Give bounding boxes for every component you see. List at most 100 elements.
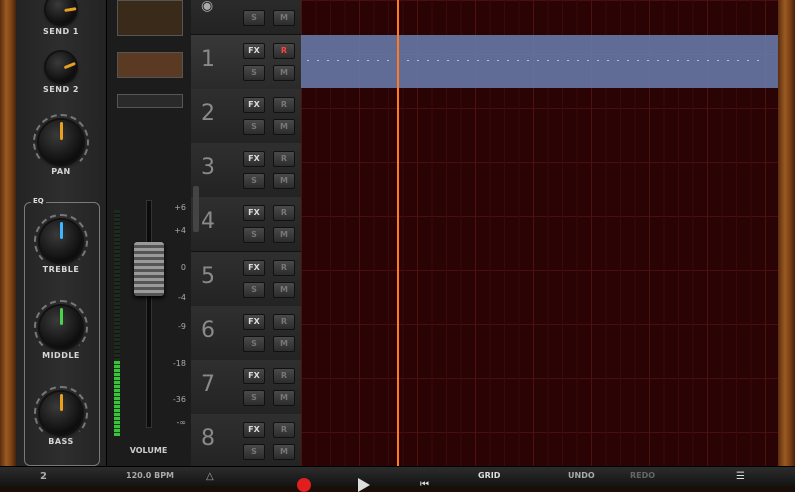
volume-scale-tick: -4 bbox=[178, 293, 186, 302]
menu-icon[interactable]: ☰ bbox=[736, 471, 745, 482]
pan-control: PAN bbox=[16, 114, 106, 176]
send-1-label: SEND 1 bbox=[43, 27, 79, 36]
audio-region[interactable] bbox=[301, 35, 778, 88]
knob-scale-ticks bbox=[34, 214, 88, 268]
metronome-icon[interactable]: △ bbox=[206, 471, 214, 482]
solo-button[interactable]: S bbox=[243, 173, 265, 189]
track-number: 6 bbox=[201, 318, 215, 343]
knob-indicator bbox=[63, 7, 77, 13]
fx-button[interactable]: FX bbox=[243, 205, 265, 221]
track-number: 7 bbox=[201, 372, 215, 397]
send-2-knob[interactable] bbox=[46, 52, 76, 82]
mute-button[interactable]: M bbox=[273, 227, 295, 243]
solo-button[interactable]: S bbox=[243, 65, 265, 81]
record-arm-button[interactable]: R bbox=[273, 205, 295, 221]
cabinet-effect-slot[interactable] bbox=[117, 52, 183, 78]
fx-button[interactable]: FX bbox=[243, 260, 265, 276]
volume-scale-tick: +6 bbox=[174, 203, 186, 212]
track-header[interactable]: ◉ S M bbox=[191, 0, 301, 35]
solo-button[interactable]: S bbox=[243, 336, 265, 352]
track-header[interactable]: 6 FX R S M bbox=[191, 306, 301, 361]
track-header[interactable]: 8 FX R S M bbox=[191, 414, 301, 469]
pan-knob[interactable] bbox=[33, 114, 89, 170]
channel-mixer-strip: SEND 1 SEND 2 PAN EQ TREBLE MIDDLE BASS bbox=[16, 0, 106, 466]
transport-bar: 2 120.0 BPM △ GRID UNDO REDO ☰ bbox=[0, 466, 795, 486]
rewind-button[interactable]: ⏮ bbox=[420, 480, 438, 490]
undo-button[interactable]: UNDO bbox=[568, 471, 595, 480]
mute-button[interactable]: M bbox=[273, 119, 295, 135]
level-meter-fill bbox=[114, 361, 120, 436]
solo-button[interactable]: S bbox=[243, 444, 265, 460]
solo-button[interactable]: S bbox=[243, 10, 265, 26]
fx-button[interactable]: FX bbox=[243, 422, 265, 438]
track-header[interactable]: 5 FX R S M bbox=[191, 252, 301, 307]
fx-button[interactable]: FX bbox=[243, 97, 265, 113]
send-1-knob[interactable] bbox=[46, 0, 77, 24]
play-button[interactable] bbox=[358, 478, 370, 492]
track-number: 8 bbox=[201, 426, 215, 451]
mute-button[interactable]: M bbox=[273, 10, 295, 26]
bass-knob[interactable] bbox=[34, 386, 88, 440]
mute-button[interactable]: M bbox=[273, 65, 295, 81]
track-number: 3 bbox=[201, 155, 215, 180]
panel-resize-handle[interactable] bbox=[193, 186, 199, 232]
arrangement-timeline[interactable] bbox=[301, 0, 778, 466]
send-2-label: SEND 2 bbox=[43, 85, 79, 94]
send-2-control: SEND 2 bbox=[16, 52, 106, 94]
track-list: ◉ S M 1 FX R S M 2 FX R S M 3 FX R S M 4 FX R S M 5 FX R S M 6 FX R S M 7… bbox=[191, 0, 301, 469]
volume-scale-tick: +4 bbox=[174, 226, 186, 235]
mute-button[interactable]: M bbox=[273, 336, 295, 352]
fx-button[interactable]: FX bbox=[243, 368, 265, 384]
middle-knob[interactable] bbox=[34, 300, 88, 354]
track-header[interactable]: 4 FX R S M bbox=[191, 197, 301, 252]
pedal-effect-slot[interactable] bbox=[117, 94, 183, 108]
fx-button[interactable]: FX bbox=[243, 151, 265, 167]
amp-effect-slot[interactable] bbox=[117, 0, 183, 36]
track-header[interactable]: 1 FX R S M bbox=[191, 35, 301, 90]
volume-scale-tick: -36 bbox=[172, 395, 186, 404]
record-arm-button[interactable]: R bbox=[273, 260, 295, 276]
redo-button[interactable]: REDO bbox=[630, 471, 655, 480]
mute-button[interactable]: M bbox=[273, 390, 295, 406]
solo-button[interactable]: S bbox=[243, 282, 265, 298]
track-header[interactable]: 7 FX R S M bbox=[191, 360, 301, 415]
track-header[interactable]: 3 FX R S M bbox=[191, 143, 301, 198]
solo-button[interactable]: S bbox=[243, 227, 265, 243]
mute-button[interactable]: M bbox=[273, 173, 295, 189]
fx-button[interactable]: FX bbox=[243, 43, 265, 59]
volume-scale-tick: -18 bbox=[172, 359, 186, 368]
knob-scale-ticks bbox=[34, 386, 88, 440]
fx-button[interactable]: FX bbox=[243, 314, 265, 330]
solo-button[interactable]: S bbox=[243, 390, 265, 406]
record-arm-button[interactable]: R bbox=[273, 43, 295, 59]
tempo-display[interactable]: 120.0 BPM bbox=[126, 471, 174, 480]
solo-button[interactable]: S bbox=[243, 119, 265, 135]
mute-button[interactable]: M bbox=[273, 444, 295, 460]
track-count-icon[interactable]: 2 bbox=[40, 471, 47, 482]
track-header[interactable]: 2 FX R S M bbox=[191, 89, 301, 144]
track-number: 5 bbox=[201, 264, 215, 289]
record-arm-button[interactable]: R bbox=[273, 368, 295, 384]
volume-label: VOLUME bbox=[129, 446, 168, 455]
grid-button[interactable]: GRID bbox=[478, 471, 500, 480]
track-number: 4 bbox=[201, 209, 215, 234]
record-arm-button[interactable]: R bbox=[273, 422, 295, 438]
record-arm-button[interactable]: R bbox=[273, 151, 295, 167]
playhead[interactable] bbox=[397, 0, 399, 466]
eq-label: EQ bbox=[31, 197, 46, 205]
volume-scale-tick: -9 bbox=[178, 322, 186, 331]
record-button[interactable] bbox=[297, 478, 311, 492]
volume-fader-track bbox=[146, 200, 152, 428]
waveform bbox=[307, 60, 767, 61]
middle-control: MIDDLE bbox=[16, 300, 106, 360]
treble-control: TREBLE bbox=[16, 214, 106, 274]
send-1-control: SEND 1 bbox=[16, 0, 106, 36]
record-arm-button[interactable]: R bbox=[273, 314, 295, 330]
drum-kit-icon: ◉ bbox=[201, 0, 214, 14]
volume-scale-tick: -∞ bbox=[176, 418, 186, 427]
mute-button[interactable]: M bbox=[273, 282, 295, 298]
knob-scale-ticks bbox=[34, 300, 88, 354]
treble-knob[interactable] bbox=[34, 214, 88, 268]
knob-indicator bbox=[63, 61, 76, 70]
record-arm-button[interactable]: R bbox=[273, 97, 295, 113]
